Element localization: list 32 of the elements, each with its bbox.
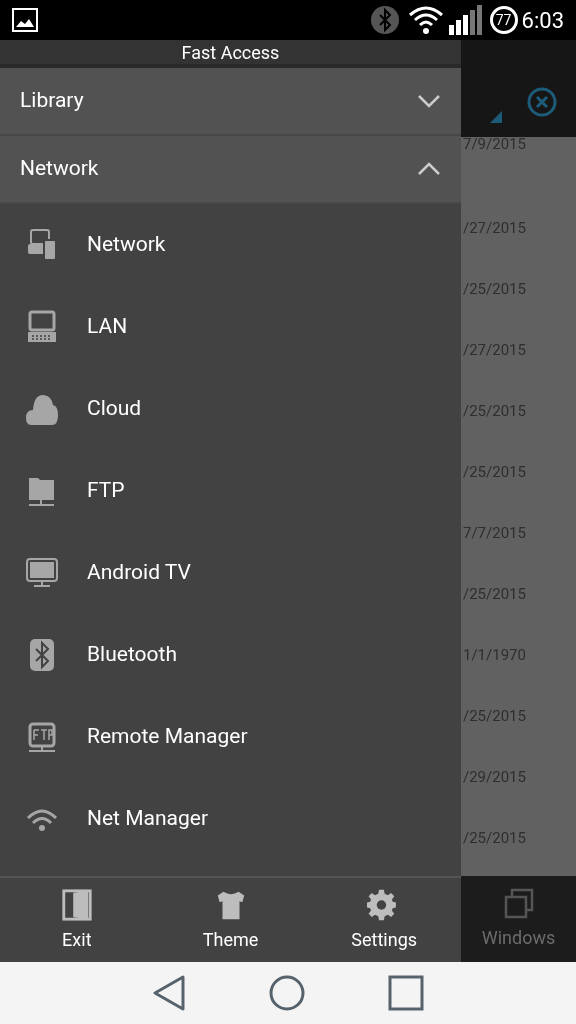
exit-button[interactable]: Exit (0, 878, 154, 962)
cloud-icon (26, 392, 58, 426)
drawer-item[interactable]: FTP (0, 450, 461, 532)
battery-indicator: 77 (489, 6, 518, 34)
door-icon (59, 887, 94, 922)
image-icon (12, 8, 38, 32)
drawer-item[interactable]: LAN (0, 286, 461, 368)
computer-icon (26, 310, 58, 344)
bluetooth-icon (369, 5, 400, 35)
section-header[interactable]: Library (0, 68, 461, 136)
clock: 6:03 (521, 6, 564, 35)
close-icon (527, 87, 557, 117)
drawer-item[interactable]: Network (0, 204, 461, 286)
sort-corner-icon (490, 111, 502, 123)
home-icon[interactable] (269, 975, 305, 1011)
signal-icon (447, 5, 482, 35)
recents-icon[interactable] (388, 975, 425, 1011)
drawer-item[interactable]: Android TV (0, 532, 461, 614)
drawer-item[interactable]: Remote Manager (0, 696, 461, 778)
drawer-item[interactable]: Cloud (0, 368, 461, 450)
windows-icon (502, 887, 535, 920)
section-header[interactable]: Network (0, 136, 461, 204)
drawer-item[interactable]: Net Manager (0, 778, 461, 860)
drawer-title: Fast Access (0, 40, 461, 68)
monitor-icon (26, 556, 58, 590)
ftp-icon (26, 720, 58, 754)
theme-button[interactable]: Theme (153, 878, 308, 962)
wifi-icon (407, 5, 444, 35)
back-icon[interactable] (151, 975, 186, 1011)
devices-icon (26, 228, 58, 262)
drawer-item[interactable]: Bluetooth (0, 614, 461, 696)
settings-button[interactable]: Settings (307, 878, 461, 962)
